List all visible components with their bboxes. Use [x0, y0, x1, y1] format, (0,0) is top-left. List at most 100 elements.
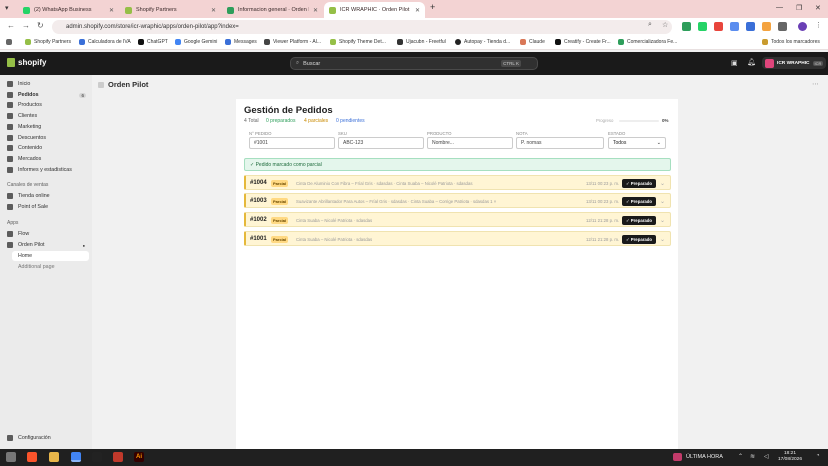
- close-icon[interactable]: ✕: [211, 7, 216, 14]
- extension-icon[interactable]: [762, 22, 771, 31]
- bookmark-item[interactable]: ChatGPT: [138, 39, 168, 45]
- order-number[interactable]: #1002: [250, 217, 267, 223]
- apps-heading[interactable]: Apps: [7, 220, 18, 226]
- order-row[interactable]: #1002 Parcial Cinta Suaba – Nicolé Patri…: [244, 212, 671, 227]
- expand-icon[interactable]: ⌄: [660, 236, 665, 243]
- sidebar-item-home[interactable]: Home: [12, 251, 89, 261]
- order-row[interactable]: #1003 Parcial Suavizante Abrillantador P…: [244, 193, 671, 208]
- prepared-button[interactable]: ✓ Preparado: [622, 235, 656, 244]
- sidebar-item-productos[interactable]: Productos: [5, 100, 89, 110]
- extension-icon[interactable]: [698, 22, 707, 31]
- more-icon[interactable]: ⋯: [812, 80, 819, 88]
- forward-icon[interactable]: →: [22, 21, 30, 30]
- sidebar-item-descuentos[interactable]: Descuentos: [5, 133, 89, 143]
- apps-grid-icon[interactable]: [6, 39, 15, 45]
- bookmark-item[interactable]: Claude: [520, 39, 545, 45]
- extension-icon[interactable]: [682, 22, 691, 31]
- close-icon[interactable]: ✕: [415, 7, 420, 14]
- new-tab-button[interactable]: +: [430, 2, 435, 12]
- bookmark-item[interactable]: Shopify Theme Det...: [330, 39, 386, 45]
- extensions-puzzle-icon[interactable]: [778, 22, 787, 31]
- sidebar-item-marketing[interactable]: Marketing: [5, 122, 89, 132]
- bookmark-item[interactable]: Shopify Partners: [25, 39, 71, 45]
- reload-icon[interactable]: ↻: [37, 21, 44, 30]
- folder-icon[interactable]: [49, 452, 59, 462]
- browser-tab-whatsapp[interactable]: (2) WhatsApp Business ✕: [18, 2, 119, 18]
- bookmark-item[interactable]: Google Gemini: [175, 39, 217, 45]
- maximize-button[interactable]: ❐: [796, 4, 802, 12]
- order-number-input[interactable]: #1001: [249, 137, 335, 149]
- prepared-button[interactable]: ✓ Preparado: [622, 179, 656, 188]
- close-window-button[interactable]: ✕: [815, 4, 821, 12]
- extension-icon[interactable]: [730, 22, 739, 31]
- wifi-icon[interactable]: ≋: [750, 453, 755, 460]
- bell-icon[interactable]: 🔔︎: [747, 58, 756, 66]
- note-input[interactable]: P. nomas: [516, 137, 604, 149]
- volume-icon[interactable]: ◁: [764, 453, 769, 460]
- prepared-button[interactable]: ✓ Preparado: [622, 216, 656, 225]
- order-number[interactable]: #1003: [250, 198, 267, 204]
- sidebar-item-orden-pilot[interactable]: Orden Pilot ●: [5, 240, 89, 250]
- prepared-button[interactable]: ✓ Preparado: [622, 197, 656, 206]
- sidebar-item-tienda-online[interactable]: Tienda online: [5, 191, 89, 201]
- chrome-icon[interactable]: [71, 452, 81, 462]
- sidebar-item-informes[interactable]: Informes y estadisticas: [5, 165, 89, 175]
- sidebar-item-settings[interactable]: Configuración: [5, 433, 89, 443]
- sales-channels-heading[interactable]: Canales de ventas: [7, 182, 48, 188]
- bookmark-item[interactable]: Autopay - Tienda d...: [455, 39, 510, 45]
- chevron-up-icon[interactable]: ⌃: [738, 453, 743, 460]
- windows-start-icon[interactable]: [6, 452, 16, 462]
- sidebar-item-mercados[interactable]: Mercados: [5, 154, 89, 164]
- zoom-icon[interactable]: ⌕: [648, 21, 652, 29]
- bookmark-item[interactable]: Creatify - Create Fr...: [555, 39, 611, 45]
- back-icon[interactable]: ←: [7, 21, 15, 30]
- expand-icon[interactable]: ⌄: [660, 180, 665, 187]
- sidebar-item-inicio[interactable]: Inicio: [5, 79, 89, 89]
- sidebar-item-additional-page[interactable]: Additional page: [12, 262, 89, 272]
- minimize-button[interactable]: —: [776, 4, 783, 11]
- sidebar-item-pedidos[interactable]: Pedidos 6: [5, 90, 89, 100]
- news-widget[interactable]: ÚLTIMA HORA: [673, 453, 723, 461]
- illustrator-icon[interactable]: Ai: [134, 452, 144, 462]
- browser-tab-active[interactable]: ICR WRAPHIC · Orden Pilot · Sh✕: [324, 2, 425, 18]
- close-icon[interactable]: ✕: [109, 7, 114, 14]
- bookmark-star-icon[interactable]: ☆: [662, 21, 668, 29]
- all-bookmarks[interactable]: Todos los marcadores: [762, 39, 820, 45]
- capcut-icon[interactable]: [92, 452, 102, 462]
- sidebar-item-clientes[interactable]: Clientes: [5, 111, 89, 121]
- clock[interactable]: 18:21 17/08/2026: [778, 451, 802, 463]
- sidebar-item-flow[interactable]: Flow: [5, 229, 89, 239]
- bookmark-item[interactable]: Ujacubn - Freetful: [397, 39, 446, 45]
- profile-avatar[interactable]: [798, 22, 807, 31]
- bookmark-item[interactable]: Messages: [225, 39, 257, 45]
- extension-icon[interactable]: [714, 22, 723, 31]
- expand-icon[interactable]: ⌄: [660, 217, 665, 224]
- expand-icon[interactable]: ⌄: [660, 198, 665, 205]
- url-input[interactable]: admin.shopify.com/store/icr-wraphic/apps…: [52, 20, 672, 34]
- brave-icon[interactable]: [27, 452, 37, 462]
- order-row[interactable]: #1001 Parcial Cinta Suaba – Nicolé Patri…: [244, 231, 671, 246]
- store-icon[interactable]: ▣: [731, 59, 738, 67]
- sidebar-item-pos[interactable]: Point of Sale: [5, 202, 89, 212]
- browser-tab-general[interactable]: Informacion general · Orden P ✕: [222, 2, 323, 18]
- bookmark-item[interactable]: Calculadora de IVA: [79, 39, 131, 45]
- tab-search-icon[interactable]: ▾: [5, 4, 9, 12]
- order-number[interactable]: #1001: [250, 236, 267, 242]
- extension-icon[interactable]: [746, 22, 755, 31]
- menu-icon[interactable]: ⋮: [815, 21, 822, 29]
- shopify-logo[interactable]: shopify: [7, 58, 46, 67]
- app-icon[interactable]: [113, 452, 123, 462]
- bookmark-item[interactable]: Viewer Platform - Al...: [264, 39, 321, 45]
- bookmark-item[interactable]: Comercializadora Fe...: [618, 39, 677, 45]
- search-input[interactable]: ⌕ Buscar CTRL K: [290, 57, 538, 70]
- product-input[interactable]: Nombre...: [427, 137, 513, 149]
- browser-tab-partners[interactable]: Shopify Partners ✕: [120, 2, 221, 18]
- sidebar-item-contenido[interactable]: Contenido: [5, 143, 89, 153]
- pin-icon[interactable]: ●: [83, 243, 85, 248]
- status-select[interactable]: Todos ⌄: [608, 137, 666, 149]
- sku-input[interactable]: ABC-123: [338, 137, 424, 149]
- order-row[interactable]: #1004 Parcial Cinta De Aluminio Con Fibr…: [244, 175, 671, 190]
- store-switcher[interactable]: ICR WRAPHIC ICR: [762, 57, 827, 69]
- notification-icon[interactable]: ◔: [816, 453, 820, 459]
- close-icon[interactable]: ✕: [313, 7, 318, 14]
